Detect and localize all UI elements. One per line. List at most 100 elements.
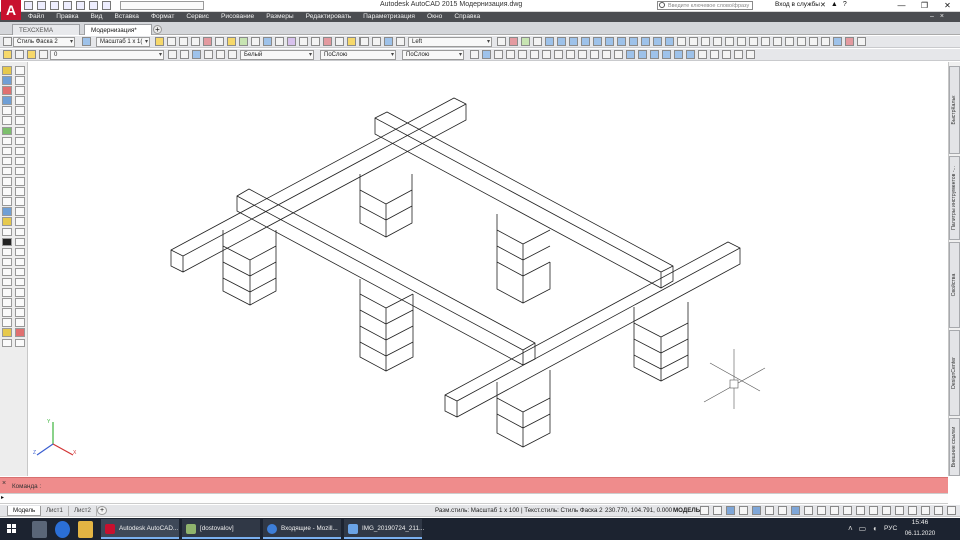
- view-sw-iso-icon[interactable]: [629, 37, 638, 46]
- ucs-3point-icon[interactable]: [773, 37, 782, 46]
- status-coordinates[interactable]: 230.770, 104.791, 0.000: [605, 507, 672, 514]
- status-model-space[interactable]: МОДЕЛЬ: [673, 507, 700, 514]
- doc-minimize-icon[interactable]: –: [930, 12, 934, 22]
- otrack-toggle-icon[interactable]: [765, 506, 774, 515]
- ortho-toggle-icon[interactable]: [726, 506, 735, 515]
- stay-connected-icon[interactable]: ▲: [831, 1, 838, 9]
- view-nw-iso-icon[interactable]: [665, 37, 674, 46]
- explode-tool-icon[interactable]: [2, 207, 12, 216]
- edge-browser-icon[interactable]: [55, 521, 70, 538]
- menu-draw[interactable]: Рисование: [215, 12, 260, 22]
- lineweight-dropdown[interactable]: ПоСлою: [402, 50, 464, 60]
- box-icon[interactable]: [626, 50, 635, 59]
- add-selected-icon[interactable]: [15, 247, 25, 257]
- area-tool-icon[interactable]: [15, 257, 25, 267]
- dynamic-input-toggle-icon[interactable]: [791, 506, 800, 515]
- doc-close-icon[interactable]: ×: [940, 12, 944, 22]
- arc-icon[interactable]: [203, 37, 212, 46]
- ucs-x-icon[interactable]: [785, 37, 794, 46]
- layer-states-icon[interactable]: [192, 50, 201, 59]
- polyline-tool-icon[interactable]: [15, 76, 25, 85]
- close-command-line-icon[interactable]: ×: [2, 480, 6, 487]
- revolve-icon[interactable]: [710, 50, 719, 59]
- polyline-icon[interactable]: [191, 37, 200, 46]
- insert-block-tool-icon[interactable]: [15, 166, 25, 176]
- maximize-button[interactable]: ❐: [913, 0, 936, 11]
- gradient-tool-icon[interactable]: [15, 207, 25, 216]
- menu-tools[interactable]: Сервис: [180, 12, 215, 22]
- search-icon[interactable]: [659, 2, 665, 8]
- menu-modify[interactable]: Редактировать: [300, 12, 358, 22]
- snap-extension-icon[interactable]: [2, 308, 12, 317]
- visual-style-realistic-icon[interactable]: [833, 37, 842, 46]
- print-icon[interactable]: [76, 1, 85, 10]
- clock-date[interactable]: 06.11.2020: [901, 530, 939, 537]
- hatch-icon[interactable]: [239, 37, 248, 46]
- color-dropdown[interactable]: Белый: [240, 50, 314, 60]
- lineweight-toggle-icon[interactable]: [804, 506, 813, 515]
- view-bottom-icon[interactable]: [569, 37, 578, 46]
- exchange-icon[interactable]: ✕: [820, 1, 826, 9]
- view-right-icon[interactable]: [593, 37, 602, 46]
- spline-tool-icon[interactable]: [15, 136, 25, 146]
- id-point-icon[interactable]: [2, 267, 12, 277]
- fillet-tool-icon[interactable]: [2, 187, 12, 196]
- view-manager-icon[interactable]: [497, 37, 506, 46]
- snap-tangent-icon[interactable]: [15, 318, 25, 327]
- snap-perpendicular-icon[interactable]: [2, 318, 12, 327]
- snap-center-icon[interactable]: [2, 288, 12, 297]
- transparency-icon[interactable]: [482, 50, 491, 59]
- cylinder-icon[interactable]: [638, 50, 647, 59]
- scale-icon[interactable]: [578, 50, 587, 59]
- menu-window[interactable]: Окно: [421, 12, 448, 22]
- dim-ordinate-icon[interactable]: [384, 37, 393, 46]
- move-tool-icon[interactable]: [2, 76, 12, 85]
- snap-insert-icon[interactable]: [15, 308, 25, 317]
- polar-toggle-icon[interactable]: [739, 506, 748, 515]
- dim-style-icon[interactable]: [82, 37, 91, 46]
- dim-continue-icon[interactable]: [372, 37, 381, 46]
- offset-icon[interactable]: [530, 50, 539, 59]
- workspace-switch-icon[interactable]: [856, 506, 865, 515]
- command-input[interactable]: [14, 494, 934, 503]
- customization-icon[interactable]: [947, 506, 956, 515]
- quick-properties-icon[interactable]: [895, 506, 904, 515]
- match-properties-icon[interactable]: [2, 227, 12, 236]
- extrude-icon[interactable]: [698, 50, 707, 59]
- ucs-view-icon[interactable]: [737, 37, 746, 46]
- ucs-y-icon[interactable]: [797, 37, 806, 46]
- copy-tool-icon[interactable]: [2, 86, 12, 95]
- autocad-logo-icon[interactable]: A: [1, 0, 21, 20]
- dimension-linear-icon[interactable]: [299, 37, 308, 46]
- scale-tool-icon[interactable]: [2, 126, 12, 136]
- table-tool-icon[interactable]: [15, 227, 25, 236]
- snap-nearest-icon[interactable]: [2, 328, 12, 337]
- hardware-acceleration-icon[interactable]: [921, 506, 930, 515]
- save-as-icon[interactable]: [63, 1, 72, 10]
- zoom-realtime-icon[interactable]: [167, 37, 176, 46]
- volume-icon[interactable]: ◖: [872, 524, 877, 533]
- add-layout-button[interactable]: +: [97, 506, 107, 515]
- tab-techscheme[interactable]: ТЕХСХЕМА ноябрь*: [12, 24, 80, 45]
- task-autocad[interactable]: Autodesk AutoCAD...: [101, 519, 179, 539]
- layer-isolate-icon[interactable]: [216, 50, 225, 59]
- clean-screen-icon[interactable]: [934, 506, 943, 515]
- tab-model[interactable]: Модель: [7, 506, 42, 516]
- distance-tool-icon[interactable]: [2, 257, 12, 267]
- transparency-toggle-icon[interactable]: [817, 506, 826, 515]
- dim-baseline-icon[interactable]: [360, 37, 369, 46]
- erase-icon[interactable]: [494, 50, 503, 59]
- open-file-icon[interactable]: [37, 1, 46, 10]
- task-image-viewer[interactable]: IMG_20190724_211...: [344, 519, 424, 539]
- layer-previous-icon[interactable]: [180, 50, 189, 59]
- layer-freeze-icon[interactable]: [27, 50, 36, 59]
- windows-start-icon[interactable]: [0, 518, 24, 540]
- circle-tool-icon[interactable]: [15, 116, 25, 125]
- annotation-scale-icon[interactable]: [843, 506, 852, 515]
- wedge-icon[interactable]: [674, 50, 683, 59]
- dynamic-ucs-toggle-icon[interactable]: [778, 506, 787, 515]
- stretch-icon[interactable]: [590, 50, 599, 59]
- polygon-tool-icon[interactable]: [15, 86, 25, 95]
- move-icon[interactable]: [554, 50, 563, 59]
- ucs-z-icon[interactable]: [809, 37, 818, 46]
